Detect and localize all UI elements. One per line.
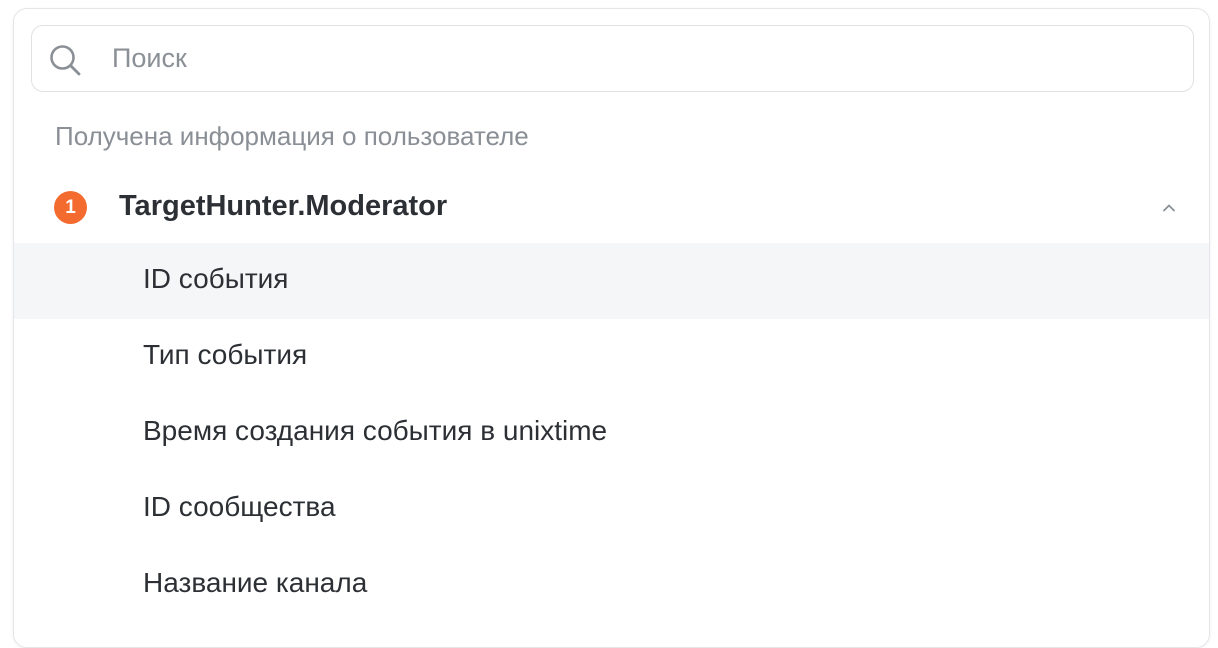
list-item-label: ID сообщества [143,491,336,522]
list-item-label: Название канала [143,567,368,598]
list-item-channel-name[interactable]: Название канала [14,547,1209,623]
list-item-event-created-unixtime[interactable]: Время создания события в unixtime [14,395,1209,471]
group-header-targethunter-moderator[interactable]: 1 TargetHunter.Moderator [14,175,1209,241]
dropdown-panel: Получена информация о пользователе 1 Tar… [13,8,1210,648]
list-item-label: ID события [143,263,289,294]
section-title: Получена информация о пользователе [55,121,529,151]
list-item-label: Тип события [143,339,308,370]
list-item-label: Время создания события в unixtime [143,415,608,446]
list-item-event-id[interactable]: ID события [14,243,1209,319]
search-icon [50,45,81,76]
list-item-event-type[interactable]: Тип события [14,319,1209,395]
chevron-up-icon[interactable] [1162,201,1176,215]
group-items-list: ID события Тип события Время создания со… [14,243,1209,623]
search-input[interactable] [112,26,1172,91]
count-badge: 1 [54,191,87,224]
list-item-community-id[interactable]: ID сообщества [14,471,1209,547]
search-box[interactable] [31,25,1194,92]
group-title: TargetHunter.Moderator [119,190,448,222]
